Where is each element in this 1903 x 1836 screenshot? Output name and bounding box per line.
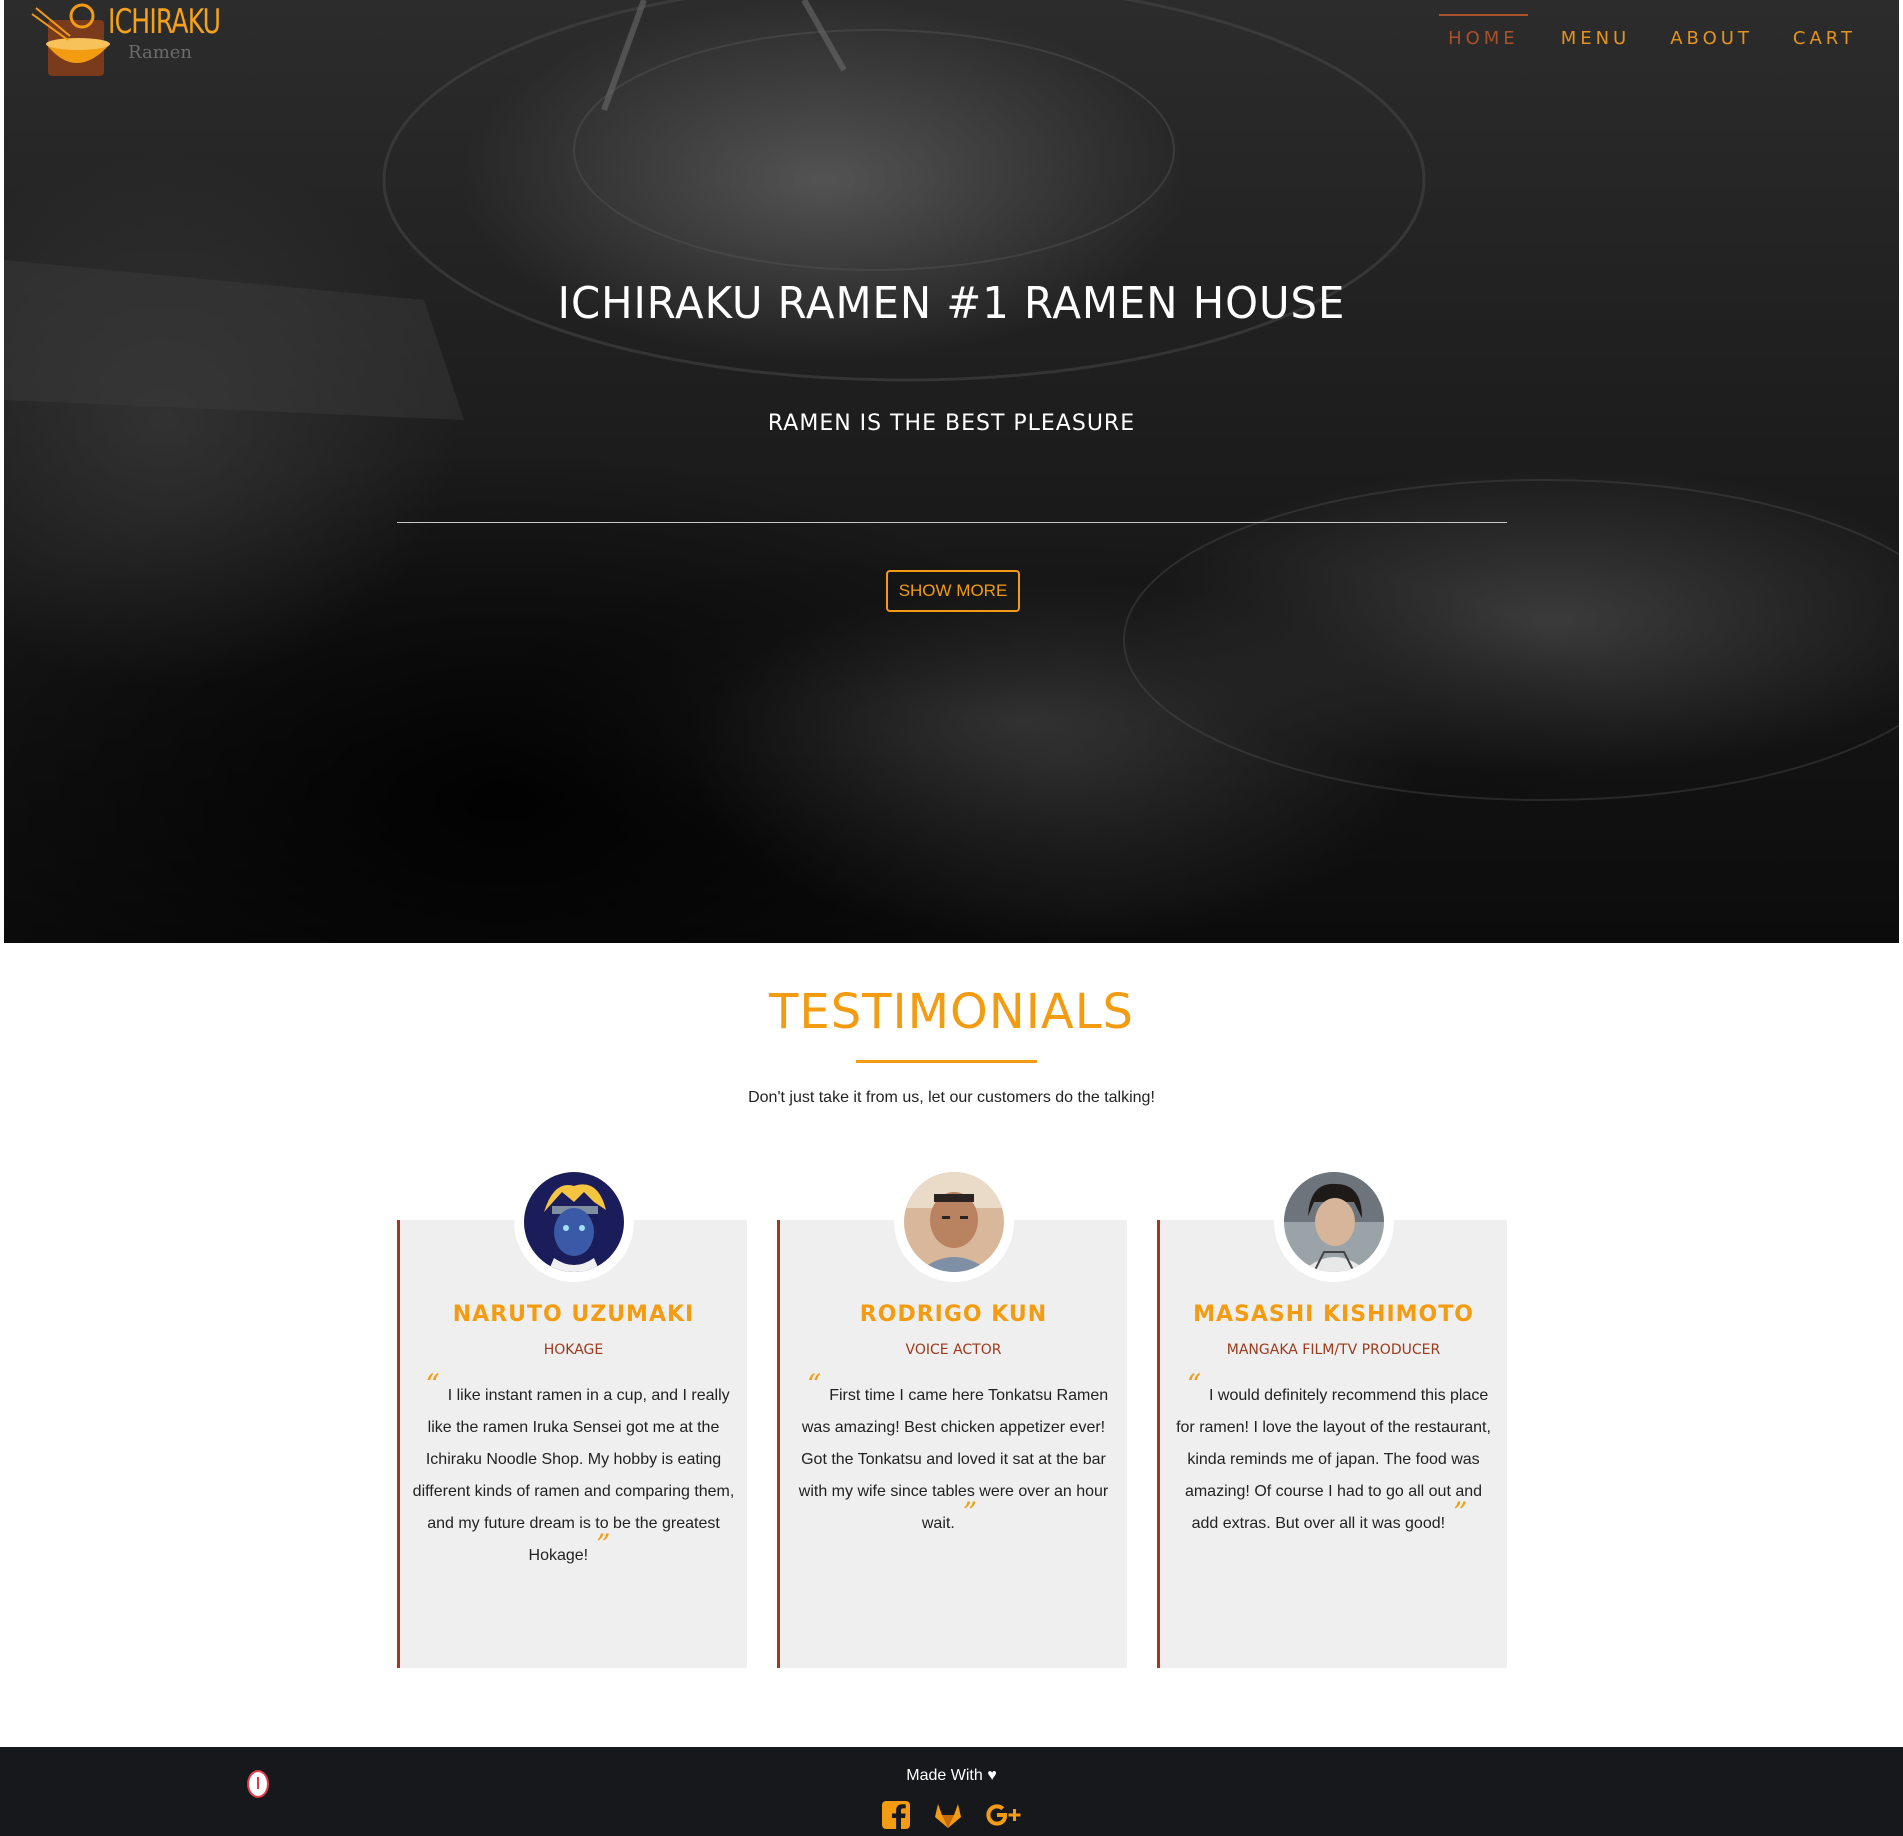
testimonial-quote: “First time I came here Tonkatsu Ramen w… <box>790 1371 1117 1540</box>
testimonial-role: MANGAKA FILM/TV PRODUCER <box>1226 1342 1441 1358</box>
testimonial-name: MASASHI KISHIMOTO <box>1193 1302 1474 1327</box>
testimonial-quote-text: I would definitely recommend this place … <box>1176 1387 1491 1532</box>
footer: Made With ♥ <box>0 1747 1903 1836</box>
brand-logo[interactable]: ICHIRAKU Ramen <box>30 0 221 80</box>
naruto-avatar <box>523 1172 624 1272</box>
testimonial-role: HOKAGE <box>543 1342 604 1358</box>
testimonial-card: RODRIGO KUN VOICE ACTOR “First time I ca… <box>777 1162 1127 1668</box>
testimonial-quote-text: I like instant ramen in a cup, and I rea… <box>412 1387 735 1564</box>
brand-name: ICHIRAKU <box>108 2 221 42</box>
facebook-icon[interactable] <box>880 1799 912 1831</box>
brand-sub: Ramen <box>128 42 193 63</box>
hero-subtitle: RAMEN IS THE BEST PLEASURE <box>767 411 1136 436</box>
testimonial-name: RODRIGO KUN <box>859 1302 1048 1327</box>
testimonial-role: VOICE ACTOR <box>905 1342 1002 1358</box>
nav-item-menu[interactable]: MENU <box>1554 14 1638 55</box>
hero-background-image <box>4 0 1899 900</box>
open-quote-icon: “ <box>425 1368 440 1401</box>
close-quote-icon: ” <box>596 1528 611 1561</box>
hero-divider <box>397 522 1507 523</box>
rodrigo-avatar <box>903 1172 1004 1272</box>
footer-social-links <box>0 1799 1903 1831</box>
testimonials-subtitle: Don't just take it from us, let our cust… <box>748 1089 1155 1106</box>
open-quote-icon: “ <box>806 1368 822 1401</box>
open-quote-icon: “ <box>1186 1368 1202 1401</box>
footer-made-with: Made With ♥ <box>906 1767 997 1784</box>
testimonial-quote: “I like instant ramen in a cup, and I re… <box>410 1371 737 1572</box>
testimonials-title: TESTIMONIALS <box>769 984 1134 1040</box>
main-nav: HOME MENU ABOUT CART <box>1413 14 1863 55</box>
nav-item-home[interactable]: HOME <box>1439 14 1528 55</box>
nav-item-cart[interactable]: CART <box>1786 14 1863 55</box>
avatar-frame <box>513 1162 634 1282</box>
masashi-avatar <box>1283 1172 1384 1272</box>
avatar-frame <box>893 1162 1014 1282</box>
show-more-button[interactable]: SHOW MORE <box>886 570 1020 612</box>
testimonial-name: NARUTO UZUMAKI <box>452 1302 695 1327</box>
close-quote-icon: ” <box>962 1496 978 1529</box>
google-plus-icon[interactable] <box>984 1799 1024 1831</box>
title-underline <box>856 1060 1037 1063</box>
avatar-frame <box>1273 1162 1394 1282</box>
testimonial-quote: “I would definitely recommend this place… <box>1170 1371 1497 1540</box>
ramen-bowl-icon <box>31 3 110 76</box>
hero-section: ICHIRAKU Ramen HOME MENU ABOUT CART ICHI… <box>4 0 1899 943</box>
gitlab-icon[interactable] <box>932 1799 964 1831</box>
hero-title: ICHIRAKU RAMEN #1 RAMEN HOUSE <box>557 278 1346 329</box>
testimonial-quote-text: First time I came here Tonkatsu Ramen wa… <box>798 1387 1109 1532</box>
close-quote-icon: ” <box>1453 1496 1468 1529</box>
nav-item-about[interactable]: ABOUT <box>1663 14 1760 55</box>
testimonial-card: MASASHI KISHIMOTO MANGAKA FILM/TV PRODUC… <box>1157 1162 1507 1668</box>
testimonial-card: NARUTO UZUMAKI HOKAGE “I like instant ra… <box>397 1162 747 1668</box>
alert-icon[interactable] <box>247 1770 269 1798</box>
